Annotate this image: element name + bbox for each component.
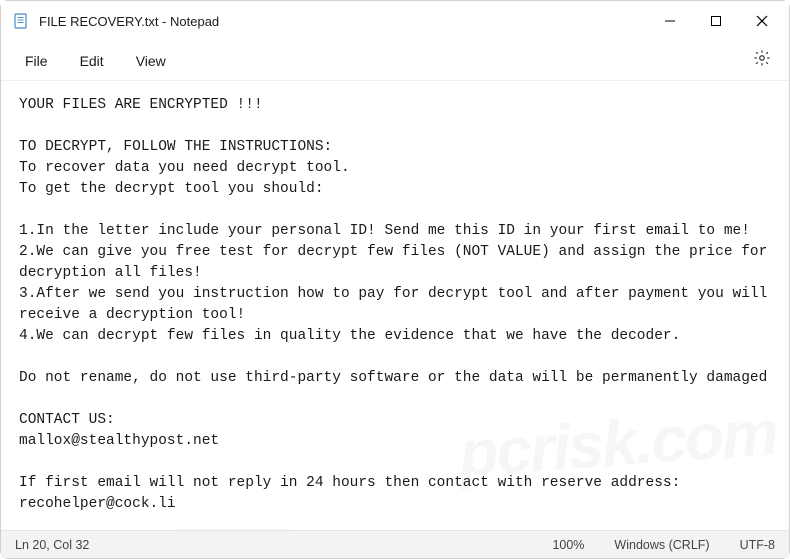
statusbar: Ln 20, Col 32 100% Windows (CRLF) UTF-8: [1, 530, 789, 558]
text-line: Do not rename, do not use third-party so…: [19, 370, 767, 386]
close-button[interactable]: [739, 1, 785, 41]
settings-button[interactable]: [747, 43, 777, 78]
text-line: recohelper@cock.li: [19, 496, 176, 512]
status-cursor-position: Ln 20, Col 32: [15, 538, 89, 552]
minimize-button[interactable]: [647, 1, 693, 41]
menu-file[interactable]: File: [13, 47, 60, 75]
menu-edit[interactable]: Edit: [68, 47, 116, 75]
maximize-button[interactable]: [693, 1, 739, 41]
status-zoom[interactable]: 100%: [552, 538, 584, 552]
titlebar: FILE RECOVERY.txt - Notepad: [1, 1, 789, 41]
gear-icon: [753, 49, 771, 72]
text-line: 4.We can decrypt few files in quality th…: [19, 328, 680, 344]
text-line: To get the decrypt tool you should:: [19, 181, 324, 197]
text-line: 2.We can give you free test for decrypt …: [19, 244, 776, 281]
menubar: File Edit View: [1, 41, 789, 81]
text-line: TO DECRYPT, FOLLOW THE INSTRUCTIONS:: [19, 139, 332, 155]
notepad-app-icon: [13, 13, 29, 29]
text-line: mallox@stealthypost.net: [19, 433, 219, 449]
menu-view[interactable]: View: [124, 47, 178, 75]
text-line: YOUR FILES ARE ENCRYPTED !!!: [19, 97, 263, 113]
window-title: FILE RECOVERY.txt - Notepad: [39, 14, 219, 29]
text-line: If first email will not reply in 24 hour…: [19, 475, 680, 491]
editor-content[interactable]: YOUR FILES ARE ENCRYPTED !!! TO DECRYPT,…: [1, 81, 789, 530]
text-line: To recover data you need decrypt tool.: [19, 160, 350, 176]
status-line-ending: Windows (CRLF): [614, 538, 709, 552]
text-line: 1.In the letter include your personal ID…: [19, 223, 750, 239]
text-line: CONTACT US:: [19, 412, 115, 428]
text-line: 3.After we send you instruction how to p…: [19, 286, 776, 323]
status-encoding: UTF-8: [740, 538, 775, 552]
